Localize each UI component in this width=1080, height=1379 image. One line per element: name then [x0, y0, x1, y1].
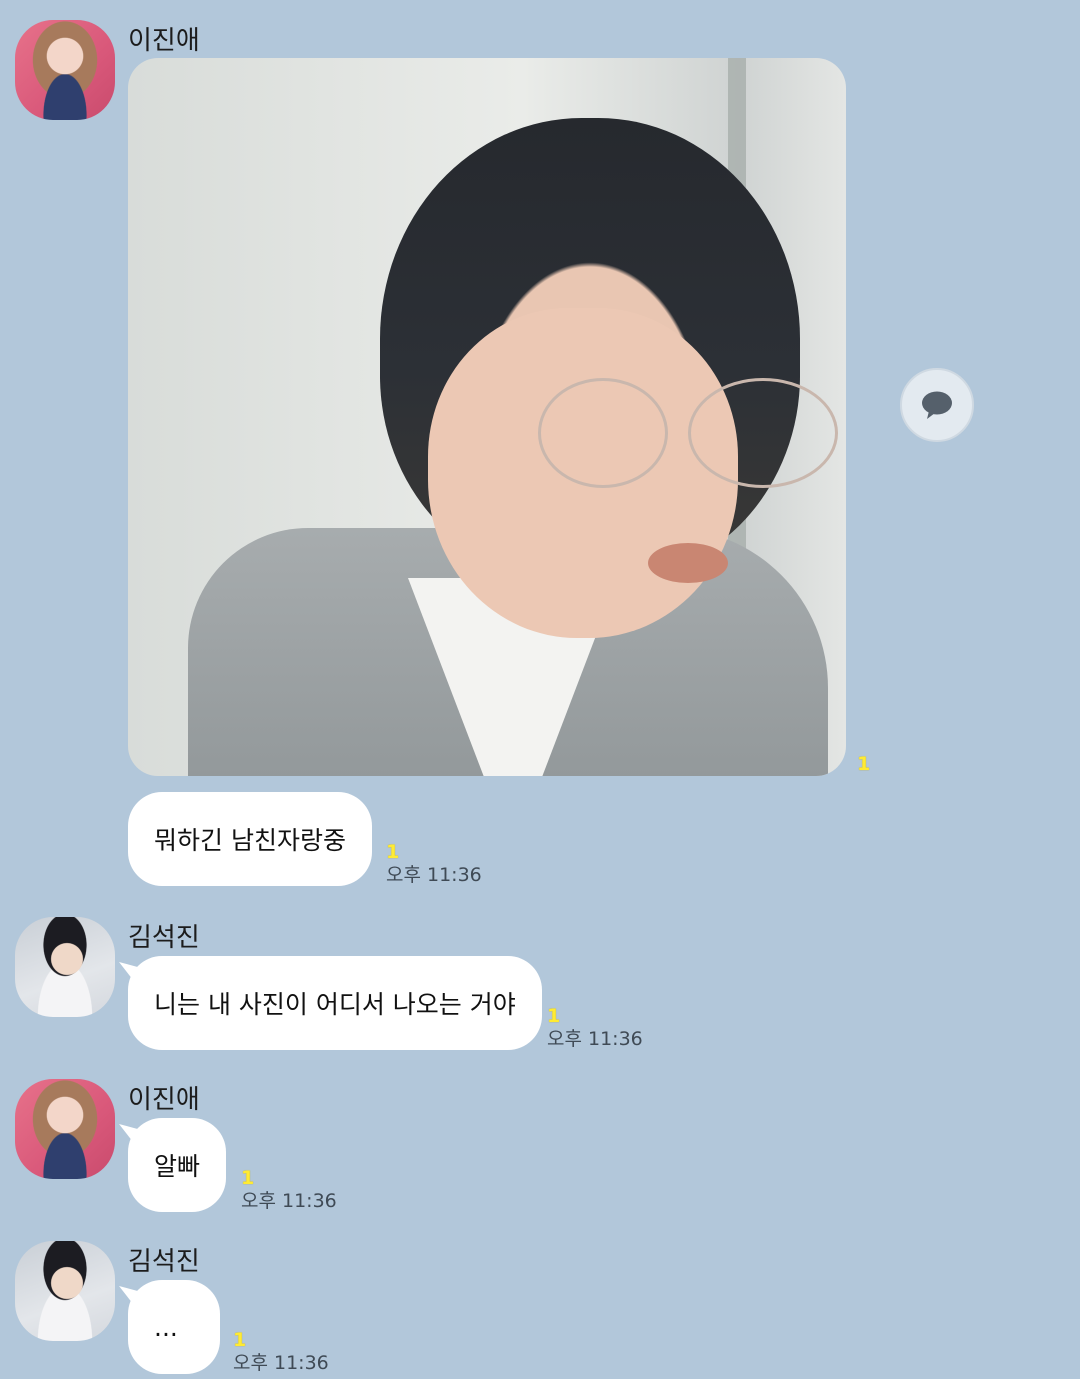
unread-count: 1	[386, 841, 400, 863]
message-text: 알빠	[154, 1152, 201, 1181]
speech-bubble-icon	[922, 391, 952, 419]
unread-count: 1	[547, 1005, 561, 1027]
message-meta: 1 오후 11:36	[233, 1331, 329, 1373]
message-bubble[interactable]: 뭐하긴 남친자랑중	[128, 792, 372, 886]
message-bubble[interactable]: 알빠	[128, 1118, 227, 1212]
sender-name: 이진애	[128, 1085, 200, 1115]
profile-avatar[interactable]	[15, 20, 115, 120]
unread-count: 1	[241, 1167, 255, 1189]
unread-count: 1	[857, 753, 871, 775]
sender-name: 이진애	[128, 26, 200, 56]
profile-avatar[interactable]	[15, 917, 115, 1017]
sender-name: 김석진	[128, 1247, 200, 1277]
message-time: 오후 11:36	[386, 864, 482, 886]
message-bubble[interactable]: ...	[128, 1280, 220, 1374]
photo-glasses-left	[538, 378, 668, 488]
shared-photo[interactable]	[128, 58, 846, 776]
unread-count: 1	[233, 1329, 247, 1351]
message-bubble[interactable]: 니는 내 사진이 어디서 나오는 거야	[128, 956, 542, 1050]
chat-room: 이진애 1 뭐하긴 남친자랑중 1 오후 11:36 김석진 니는 내 사진이 …	[0, 0, 1080, 1379]
message-time: 오후 11:36	[241, 1190, 337, 1212]
profile-avatar[interactable]	[15, 1241, 115, 1341]
message-time: 오후 11:36	[233, 1352, 329, 1374]
photo-lips	[648, 543, 728, 583]
profile-avatar[interactable]	[15, 1079, 115, 1179]
sender-name: 김석진	[128, 923, 200, 953]
photo-glasses-right	[688, 378, 838, 488]
message-meta: 1 오후 11:36	[386, 843, 482, 885]
message-time: 오후 11:36	[547, 1028, 643, 1050]
message-text: ...	[154, 1312, 178, 1342]
reply-button[interactable]	[900, 368, 974, 442]
message-meta: 1 오후 11:36	[547, 1007, 643, 1049]
message-text: 니는 내 사진이 어디서 나오는 거야	[154, 990, 516, 1019]
message-meta: 1 오후 11:36	[241, 1169, 337, 1211]
message-text: 뭐하긴 남친자랑중	[154, 826, 346, 855]
